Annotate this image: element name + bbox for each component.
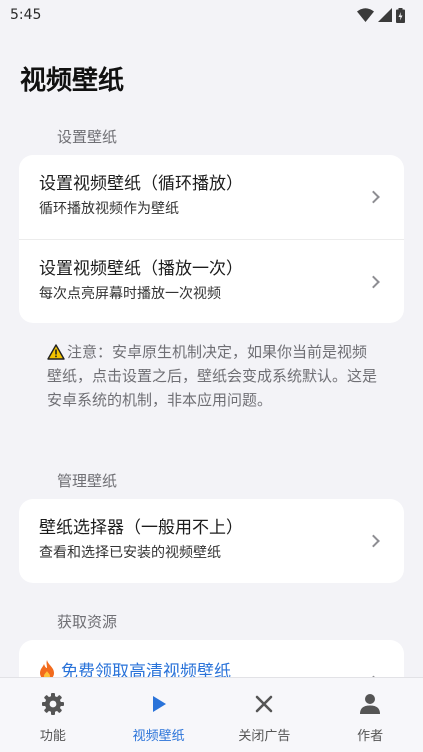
- item-subtitle: 循环播放视频作为壁纸: [39, 201, 179, 217]
- nav-item-close-ads[interactable]: 关闭广告: [212, 678, 318, 752]
- notice: 注意：安卓原生机制决定，如果你当前是视频壁纸，点击设置之后，壁纸会变成系统默认。…: [47, 340, 377, 412]
- page-title: 视频壁纸: [20, 66, 125, 96]
- nav-label: 功能: [39, 729, 66, 744]
- nav-item-author[interactable]: 作者: [317, 678, 423, 752]
- chevron-right-icon: [367, 534, 380, 548]
- status-icons: [357, 7, 405, 23]
- signal-icon: [378, 8, 392, 22]
- status-bar: 5:45: [0, 0, 423, 30]
- item-title: 壁纸选择器（一般用不上）: [39, 518, 243, 538]
- manage-wallpaper-card: 壁纸选择器（一般用不上） 查看和选择已安装的视频壁纸: [19, 499, 404, 583]
- set-wallpaper-card: 设置视频壁纸（循环播放） 循环播放视频作为壁纸 设置视频壁纸（播放一次） 每次点…: [19, 155, 404, 323]
- notice-text: 注意：安卓原生机制决定，如果你当前是视频壁纸，点击设置之后，壁纸会变成系统默认。…: [47, 343, 378, 409]
- item-title: 设置视频壁纸（循环播放）: [39, 174, 243, 194]
- set-wallpaper-once-item[interactable]: 设置视频壁纸（播放一次） 每次点亮屏幕时播放一次视频: [19, 239, 404, 323]
- item-subtitle: 每次点亮屏幕时播放一次视频: [39, 286, 221, 302]
- nav-label: 视频壁纸: [132, 729, 185, 744]
- gear-icon: [41, 692, 65, 716]
- chevron-right-icon: [367, 190, 380, 204]
- item-subtitle: 查看和选择已安装的视频壁纸: [39, 545, 221, 561]
- close-icon: [255, 692, 273, 716]
- wallpaper-picker-item[interactable]: 壁纸选择器（一般用不上） 查看和选择已安装的视频壁纸: [19, 499, 404, 583]
- person-icon: [359, 692, 381, 716]
- nav-item-video-wallpaper[interactable]: 视频壁纸: [106, 678, 212, 752]
- status-time: 5:45: [10, 7, 42, 23]
- set-wallpaper-loop-item[interactable]: 设置视频壁纸（循环播放） 循环播放视频作为壁纸: [19, 155, 404, 239]
- section-label-resources: 获取资源: [57, 613, 118, 631]
- warning-icon: [47, 344, 65, 360]
- section-label-set-wallpaper: 设置壁纸: [57, 128, 118, 146]
- section-label-manage-wallpaper: 管理壁纸: [57, 472, 118, 490]
- battery-icon: [396, 7, 405, 23]
- bottom-nav: 功能 视频壁纸 关闭广告 作者: [0, 677, 423, 752]
- item-title: 设置视频壁纸（播放一次）: [39, 259, 243, 279]
- chevron-right-icon: [367, 275, 380, 288]
- play-icon: [151, 692, 167, 716]
- wifi-icon: [357, 8, 374, 22]
- nav-label: 作者: [357, 729, 384, 744]
- nav-item-features[interactable]: 功能: [0, 678, 106, 752]
- nav-label: 关闭广告: [238, 729, 291, 744]
